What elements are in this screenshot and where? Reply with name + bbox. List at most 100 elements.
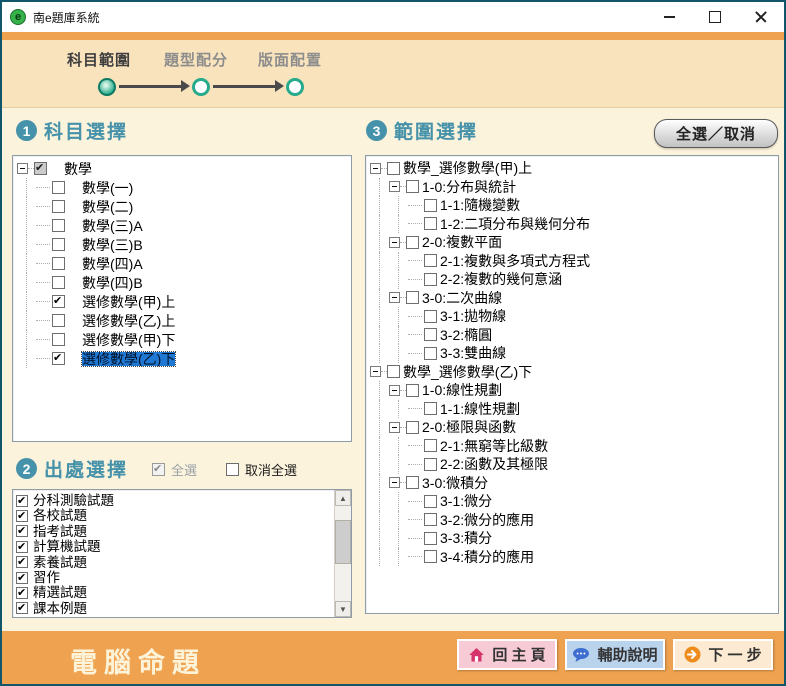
checkbox[interactable] [424, 550, 437, 563]
tree-label[interactable]: 3-2:橢圓 [440, 328, 492, 342]
next-step-button[interactable]: 下 一 步 [673, 639, 773, 670]
deselect-all-checkbox-group[interactable]: 取消全選 [226, 460, 297, 479]
checkbox[interactable] [424, 254, 437, 267]
collapse-icon[interactable] [370, 366, 381, 377]
tree-label[interactable]: 3-3:積分 [440, 531, 492, 545]
close-button[interactable] [738, 2, 784, 32]
tree-row[interactable]: 數學(一) [17, 178, 351, 197]
checkbox[interactable] [424, 513, 437, 526]
tree-row[interactable]: 1-0:分布與統計 [370, 178, 778, 197]
checkbox[interactable] [52, 276, 65, 289]
scrollbar[interactable]: ▲ ▼ [334, 490, 351, 617]
checkbox[interactable] [52, 257, 65, 270]
checkbox[interactable] [406, 384, 419, 397]
checkbox[interactable] [16, 495, 28, 507]
tree-row[interactable]: 選修數學(乙)上 [17, 311, 351, 330]
tree-label[interactable]: 3-2:微分的應用 [440, 513, 534, 527]
minimize-button[interactable] [646, 2, 692, 32]
tree-label[interactable]: 數學(二) [82, 200, 133, 214]
tree-row[interactable]: 3-0:二次曲線 [370, 289, 778, 308]
home-button[interactable]: 回 主 頁 [457, 639, 557, 670]
tree-label[interactable]: 2-2:函數及其極限 [440, 457, 548, 471]
collapse-icon[interactable] [17, 163, 28, 174]
tree-row[interactable]: 數學_選修數學(甲)上 [370, 159, 778, 178]
collapse-icon[interactable] [389, 477, 400, 488]
step-circle-1-active[interactable] [98, 78, 116, 96]
tree-label[interactable]: 2-0:極限與函數 [422, 420, 516, 434]
checkbox[interactable] [424, 439, 437, 452]
source-list-item[interactable]: 習作 [16, 570, 351, 585]
checkbox[interactable] [52, 200, 65, 213]
checkbox[interactable] [424, 273, 437, 286]
checkbox[interactable] [424, 199, 437, 212]
tree-row[interactable]: 2-0:複數平面 [370, 233, 778, 252]
collapse-icon[interactable] [389, 385, 400, 396]
help-button[interactable]: 輔助說明 [565, 639, 665, 670]
collapse-icon[interactable] [389, 181, 400, 192]
tree-row[interactable]: 2-1:複數與多項式方程式 [370, 252, 778, 271]
checkbox[interactable] [16, 541, 28, 553]
deselect-all-checkbox[interactable] [226, 463, 239, 476]
tree-row[interactable]: 1-1:線性規劃 [370, 400, 778, 419]
checkbox[interactable] [52, 295, 65, 308]
tree-label[interactable]: 選修數學(甲)下 [82, 333, 175, 347]
checkbox[interactable] [424, 402, 437, 415]
checkbox[interactable] [406, 236, 419, 249]
tree-label[interactable]: 3-0:微積分 [422, 476, 488, 490]
tree-label[interactable]: 數學(三)B [82, 238, 143, 252]
checkbox[interactable] [52, 238, 65, 251]
source-list-item[interactable]: 計算機試題 [16, 539, 351, 554]
tree-label[interactable]: 3-0:二次曲線 [422, 291, 502, 305]
tree-label[interactable]: 數學(一) [82, 181, 133, 195]
tree-row[interactable]: 1-2:二項分布與幾何分布 [370, 215, 778, 234]
tree-row[interactable]: 2-2:複數的幾何意涵 [370, 270, 778, 289]
tree-label[interactable]: 1-0:分布與統計 [422, 180, 516, 194]
checkbox[interactable] [424, 347, 437, 360]
tree-label[interactable]: 數學 [64, 162, 92, 176]
tree-row[interactable]: 1-1:隨機變數 [370, 196, 778, 215]
tree-row[interactable]: 3-1:拋物線 [370, 307, 778, 326]
tree-label[interactable]: 3-4:積分的應用 [440, 550, 534, 564]
tree-row[interactable]: 3-0:微積分 [370, 474, 778, 493]
tree-row[interactable]: 3-2:橢圓 [370, 326, 778, 345]
checkbox[interactable] [52, 181, 65, 194]
tree-row[interactable]: 2-0:極限與函數 [370, 418, 778, 437]
checkbox[interactable] [424, 532, 437, 545]
tree-row[interactable]: 數學(三)A [17, 216, 351, 235]
tree-label[interactable]: 數學_選修數學(甲)上 [403, 161, 532, 175]
collapse-icon[interactable] [389, 422, 400, 433]
tree-label[interactable]: 2-0:複數平面 [422, 235, 502, 249]
tree-row[interactable]: 數學_選修數學(乙)下 [370, 363, 778, 382]
source-list-item[interactable]: 素養試題 [16, 555, 351, 570]
tree-label[interactable]: 3-3:雙曲線 [440, 346, 506, 360]
tree-row[interactable]: 3-1:微分 [370, 492, 778, 511]
tree-label[interactable]: 數學(四)B [82, 276, 143, 290]
tree-row[interactable]: 數學(三)B [17, 235, 351, 254]
tree-label-selected[interactable]: 選修數學(乙)下 [82, 352, 175, 366]
tree-label[interactable]: 選修數學(乙)上 [82, 314, 175, 328]
tree-row[interactable]: 數學(二) [17, 197, 351, 216]
tree-label[interactable]: 數學(三)A [82, 219, 143, 233]
collapse-icon[interactable] [389, 237, 400, 248]
tree-label[interactable]: 2-1:複數與多項式方程式 [440, 254, 590, 268]
scrollbar-thumb[interactable] [335, 520, 351, 564]
source-list-item[interactable]: 分科測驗試題 [16, 493, 351, 508]
checkbox[interactable] [406, 476, 419, 489]
checkbox[interactable] [52, 333, 65, 346]
tree-row[interactable]: 3-4:積分的應用 [370, 548, 778, 567]
tree-label[interactable]: 1-1:線性規劃 [440, 402, 520, 416]
tree-row[interactable]: 選修數學(甲)下 [17, 330, 351, 349]
source-list-item[interactable]: 精選試題 [16, 585, 351, 600]
checkbox[interactable] [424, 328, 437, 341]
checkbox[interactable] [387, 365, 400, 378]
tree-label[interactable]: 1-0:線性規劃 [422, 383, 502, 397]
tree-row[interactable]: 選修數學(乙)下 [17, 349, 351, 368]
tree-label[interactable]: 1-2:二項分布與幾何分布 [440, 217, 590, 231]
checkbox[interactable] [52, 314, 65, 327]
tree-row[interactable]: 1-0:線性規劃 [370, 381, 778, 400]
checkbox[interactable] [387, 162, 400, 175]
checkbox[interactable] [16, 587, 28, 599]
step-circle-3[interactable] [286, 78, 304, 96]
tree-row[interactable]: 數學(四)B [17, 273, 351, 292]
collapse-icon[interactable] [370, 163, 381, 174]
